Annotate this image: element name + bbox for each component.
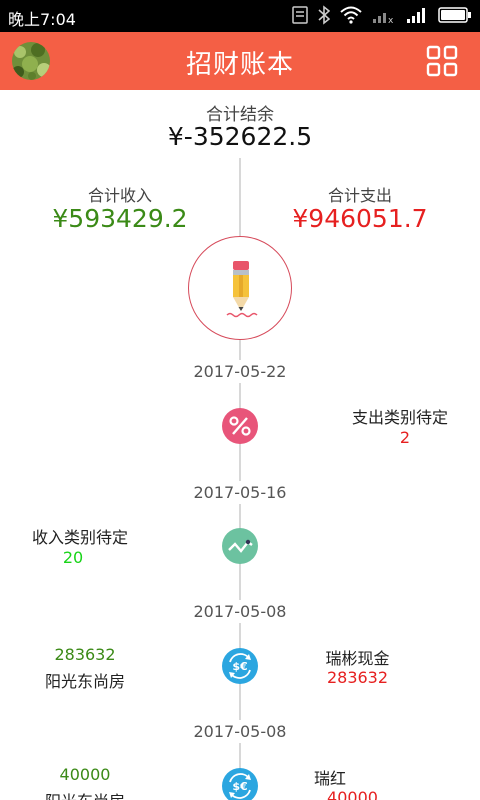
entry-amount: 40000 (327, 788, 378, 800)
expense-label: 合计支出 (327, 186, 392, 205)
transfer-button[interactable]: $€ (220, 646, 260, 686)
battery-icon (438, 7, 471, 23)
currency-exchange-icon: $€ (222, 768, 258, 800)
pencil-icon (226, 261, 258, 318)
signal-icon (407, 8, 425, 23)
entry-account-name: 阳光东尚房 (20, 788, 150, 800)
date-label: 2017-05-08 (170, 720, 310, 743)
page-title: 招财账本 (185, 50, 294, 80)
entry-account-name: 瑞彬现金 (325, 649, 390, 668)
app-bar: 招财账本 (0, 32, 480, 90)
income-value: ¥593429.2 (52, 204, 188, 233)
entry-category-name: 收入类别待定 (31, 528, 128, 547)
bluetooth-icon (318, 5, 330, 25)
expense-value: ¥946051.7 (292, 204, 428, 233)
date-label: 2017-05-08 (170, 600, 310, 623)
percent-category-button[interactable] (220, 406, 260, 446)
income-label: 合计收入 (87, 186, 152, 205)
timeline-content[interactable]: 合计结余 ¥-352622.5 合计收入 ¥593429.2 合计支出 ¥946… (0, 90, 480, 800)
grid-menu-button[interactable] (426, 45, 458, 77)
svg-text:$€: $€ (232, 780, 247, 793)
status-time: 晚上7:04 (8, 10, 76, 29)
date-label: 2017-05-22 (170, 360, 310, 383)
entry-amount: 283632 (54, 645, 116, 664)
add-record-button[interactable] (188, 236, 292, 340)
transfer-button[interactable]: $€ (220, 766, 260, 800)
entry-category-name: 支出类别待定 (351, 408, 448, 427)
wifi-icon (340, 6, 362, 24)
entry-amount: 40000 (59, 765, 111, 784)
grid-icon (426, 45, 458, 77)
entry-amount: 283632 (326, 668, 389, 687)
date-label: 2017-05-16 (170, 481, 310, 504)
trend-category-button[interactable] (220, 526, 260, 566)
entry-amount: 20 (62, 548, 84, 567)
svg-text:x: x (388, 16, 394, 24)
status-bar: 晚上7:04 x (0, 0, 480, 32)
svg-text:$€: $€ (232, 660, 247, 673)
status-icons: x (292, 5, 472, 25)
percent-icon (222, 408, 258, 444)
balance-value: ¥-352622.5 (167, 122, 313, 151)
entry-amount: 2 (399, 428, 411, 447)
trend-icon (222, 528, 258, 564)
notification-icon (292, 6, 308, 24)
entry-account-name: 瑞红 (313, 769, 346, 788)
signal-off-icon: x (373, 13, 394, 24)
entry-account-name: 阳光东尚房 (44, 672, 125, 691)
currency-exchange-icon: $€ (222, 648, 258, 684)
